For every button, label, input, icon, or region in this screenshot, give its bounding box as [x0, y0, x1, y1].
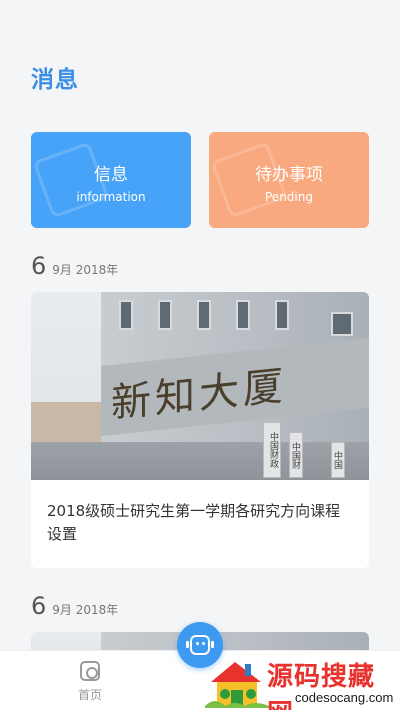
date-month-year: 9月 2018年: [52, 263, 119, 277]
plaque: 中国财: [289, 432, 303, 478]
building-left: [31, 402, 101, 442]
page-title: 消息: [31, 67, 79, 93]
date-month-year: 9月 2018年: [52, 603, 119, 617]
home-icon: [80, 661, 100, 681]
building-base: [31, 442, 369, 480]
feed-date: 6 9月 2018年: [31, 592, 118, 620]
window: [119, 300, 133, 330]
window: [236, 300, 250, 330]
news-card[interactable]: 新知大厦 中国财政 中国财 中国 2018级硕士研究生第一学期各研究方向课程设置: [31, 292, 369, 568]
plaque: 中国: [331, 442, 345, 478]
category-card-information[interactable]: 信息 information: [31, 132, 191, 228]
tab-home[interactable]: 首页: [72, 661, 108, 703]
watermark: 源码搜藏网 codesocang.com: [203, 652, 400, 710]
watermark-url: codesocang.com: [295, 690, 394, 705]
window: [197, 300, 211, 330]
feed-date: 6 9月 2018年: [31, 252, 118, 280]
category-card-pending[interactable]: 待办事项 Pending: [209, 132, 369, 228]
plaque: 中国财政: [263, 422, 281, 478]
window: [331, 312, 353, 336]
house-logo-icon: [205, 662, 269, 708]
robot-ear: [186, 641, 189, 648]
date-day: 6: [31, 592, 47, 620]
date-day: 6: [31, 252, 47, 280]
window: [275, 300, 289, 330]
category-label-cn: 信息: [94, 165, 128, 185]
window: [158, 300, 172, 330]
category-label-cn: 待办事项: [255, 165, 323, 185]
news-title: 2018级硕士研究生第一学期各研究方向课程设置: [47, 502, 341, 543]
category-label-en: information: [76, 190, 146, 204]
tab-home-label: 首页: [77, 688, 102, 702]
robot-ear: [211, 641, 214, 648]
category-label-en: Pending: [265, 190, 313, 204]
news-image: 新知大厦 中国财政 中国财 中国: [31, 292, 369, 480]
